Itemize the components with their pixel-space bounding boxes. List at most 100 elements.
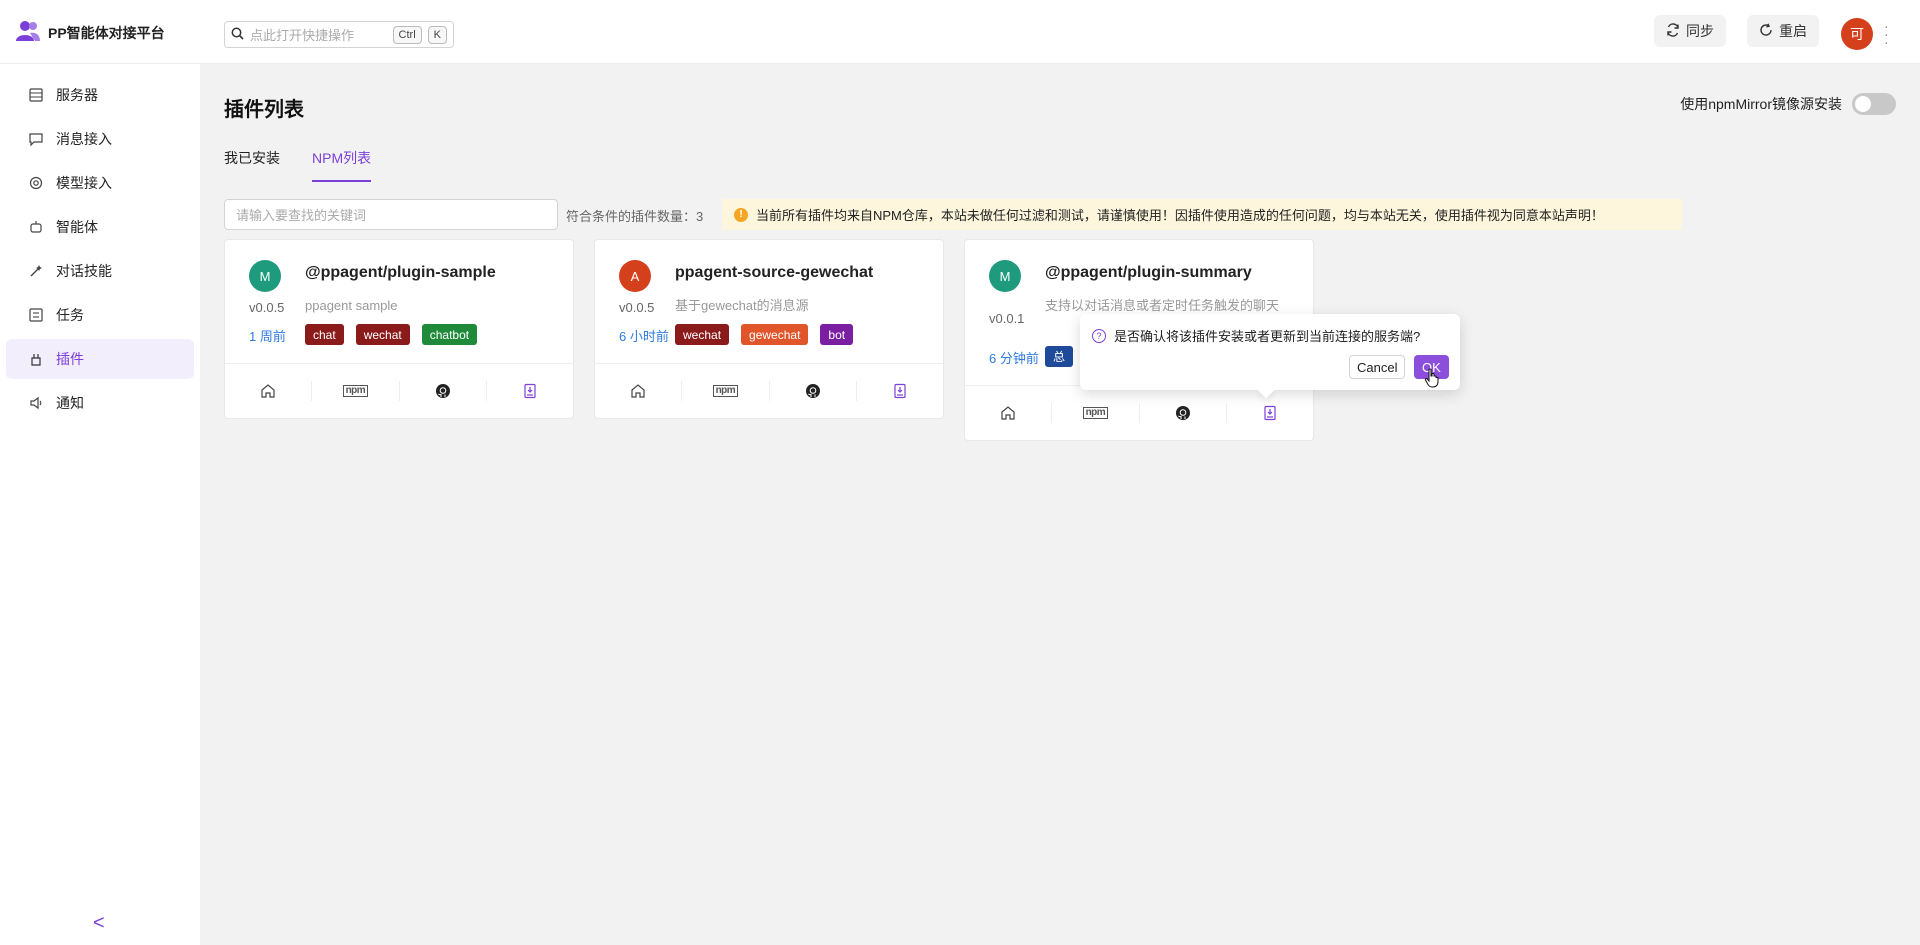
- model-icon: [28, 175, 44, 191]
- home-icon: [261, 384, 275, 398]
- plugin-card: A ppagent-source-gewechat v0.0.5 基于gewec…: [594, 239, 944, 419]
- sidebar-item-label: 任务: [56, 307, 84, 323]
- plugin-version: v0.0.5: [249, 300, 285, 315]
- collapse-sidebar-button[interactable]: <: [93, 912, 105, 935]
- plugin-tags: wechat gewechat bot: [675, 324, 854, 345]
- server-icon: [28, 87, 44, 103]
- github-icon: [805, 384, 820, 398]
- plugin-updated-time: 6 分钟前: [989, 351, 1039, 366]
- search-icon: [231, 27, 244, 43]
- homepage-button[interactable]: [965, 403, 1053, 423]
- install-button[interactable]: [1227, 403, 1313, 423]
- plugin-tabs: 我已安装 NPM列表: [224, 148, 372, 182]
- plugin-search-input[interactable]: 请输入要查找的关键词: [224, 199, 558, 230]
- sidebar-item-skill[interactable]: 对话技能: [6, 251, 194, 291]
- npm-mirror-setting: 使用npmMirror镜像源安装: [1680, 93, 1896, 115]
- sidebar-item-server[interactable]: 服务器: [6, 75, 194, 115]
- sidebar-item-plugin[interactable]: 插件: [6, 339, 194, 379]
- sidebar-item-label: 模型接入: [56, 175, 112, 191]
- sync-label: 同步: [1686, 23, 1714, 39]
- homepage-button[interactable]: [225, 381, 313, 401]
- tab-npm-list[interactable]: NPM列表: [312, 148, 372, 182]
- plugin-card: M @ppagent/plugin-sample v0.0.5 ppagent …: [224, 239, 574, 419]
- warning-icon: !: [734, 207, 748, 222]
- app-logo[interactable]: PP智能体对接平台: [16, 20, 165, 45]
- sidebar-item-agent[interactable]: 智能体: [6, 207, 194, 247]
- install-button[interactable]: [857, 381, 943, 401]
- install-confirm-popover: ? 是否确认将该插件安装或者更新到当前连接的服务端? Cancel OK: [1080, 314, 1460, 390]
- sidebar-item-model[interactable]: 模型接入: [6, 163, 194, 203]
- plugin-updated-time: 6 小时前: [619, 329, 669, 344]
- plugin-description: 基于gewechat的消息源: [675, 298, 809, 313]
- plugin-tag: chat: [305, 324, 344, 345]
- plugin-count: 符合条件的插件数量：3: [566, 209, 704, 224]
- plugin-tag: 总: [1045, 346, 1074, 367]
- plugin-tag: bot: [820, 324, 854, 345]
- more-menu-icon[interactable]: · · ·: [1884, 19, 1889, 49]
- homepage-button[interactable]: [595, 381, 683, 401]
- search-placeholder: 点此打开快捷操作: [250, 28, 355, 43]
- disclaimer-alert: ! 当前所有插件均来自NPM仓库，本站未做任何过滤和测试，请谨慎使用！因插件使用…: [722, 199, 1682, 230]
- plugin-name[interactable]: @ppagent/plugin-sample: [305, 264, 496, 282]
- home-icon: [631, 384, 645, 398]
- app-title: PP智能体对接平台: [48, 24, 165, 41]
- plugin-description: ppagent sample: [305, 298, 398, 313]
- npm-mirror-label: 使用npmMirror镜像源安装: [1680, 96, 1842, 112]
- npm-icon: npm: [712, 385, 739, 397]
- sidebar: 服务器 消息接入 模型接入 智能体 对话技能 任务 插件 通知 <: [0, 64, 200, 945]
- shortcut-key-k: K: [427, 25, 447, 44]
- restart-button[interactable]: 重启: [1747, 15, 1819, 47]
- agent-icon: [28, 219, 44, 235]
- sidebar-item-notification[interactable]: 通知: [6, 383, 194, 423]
- npm-icon: npm: [342, 385, 369, 397]
- sidebar-item-task[interactable]: 任务: [6, 295, 194, 335]
- install-icon: [524, 383, 536, 399]
- plugin-tag: wechat: [355, 324, 410, 345]
- sidebar-item-message[interactable]: 消息接入: [6, 119, 194, 159]
- sync-button[interactable]: 同步: [1654, 15, 1726, 47]
- sidebar-item-label: 消息接入: [56, 131, 112, 147]
- sidebar-item-label: 通知: [56, 395, 84, 411]
- skill-icon: [28, 263, 44, 279]
- task-icon: [28, 307, 44, 323]
- hand-cursor-icon: [1424, 368, 1440, 391]
- sidebar-item-label: 智能体: [56, 219, 98, 235]
- quick-action-search[interactable]: 点此打开快捷操作 Ctrl K: [224, 21, 454, 48]
- npm-mirror-toggle[interactable]: [1852, 93, 1896, 115]
- plugin-avatar: A: [619, 260, 651, 292]
- plugin-search-placeholder: 请输入要查找的关键词: [236, 208, 367, 223]
- top-header: PP智能体对接平台 点此打开快捷操作 Ctrl K 同步 重启 可 · · ·: [0, 0, 1920, 64]
- plugin-name[interactable]: @ppagent/plugin-summary: [1045, 264, 1252, 282]
- plugin-tags: chat wechat chatbot: [305, 324, 478, 345]
- sidebar-item-label: 对话技能: [56, 263, 112, 279]
- page-title: 插件列表: [224, 99, 304, 121]
- plugin-avatar: M: [249, 260, 281, 292]
- message-icon: [28, 131, 44, 147]
- notification-icon: [28, 395, 44, 411]
- restart-icon: [1759, 23, 1773, 40]
- logo-icon: [16, 20, 40, 45]
- home-icon: [1001, 406, 1015, 420]
- plugin-name[interactable]: ppagent-source-gewechat: [675, 264, 873, 282]
- restart-label: 重启: [1779, 23, 1807, 39]
- tab-installed[interactable]: 我已安装: [224, 148, 280, 182]
- user-avatar[interactable]: 可: [1841, 18, 1873, 50]
- disclaimer-text: 当前所有插件均来自NPM仓库，本站未做任何过滤和测试，请谨慎使用！因插件使用造成…: [756, 208, 1604, 223]
- plugin-description: 支持以对话消息或者定时任务触发的聊天: [1045, 298, 1280, 313]
- github-button[interactable]: [1140, 403, 1227, 423]
- plugin-version: v0.0.5: [619, 300, 655, 315]
- github-button[interactable]: [400, 381, 487, 401]
- sidebar-item-label: 插件: [56, 351, 84, 367]
- install-button[interactable]: [487, 381, 573, 401]
- cancel-button[interactable]: Cancel: [1349, 355, 1406, 379]
- plugin-icon: [28, 351, 44, 367]
- plugin-tag: chatbot: [421, 324, 478, 345]
- npm-button[interactable]: npm: [312, 381, 400, 401]
- sync-icon: [1666, 22, 1680, 40]
- install-icon: [894, 383, 906, 399]
- npm-button[interactable]: npm: [682, 381, 770, 401]
- github-button[interactable]: [770, 381, 857, 401]
- plugin-tags: 总: [1045, 346, 1074, 367]
- sidebar-item-label: 服务器: [56, 87, 98, 103]
- npm-button[interactable]: npm: [1052, 403, 1140, 423]
